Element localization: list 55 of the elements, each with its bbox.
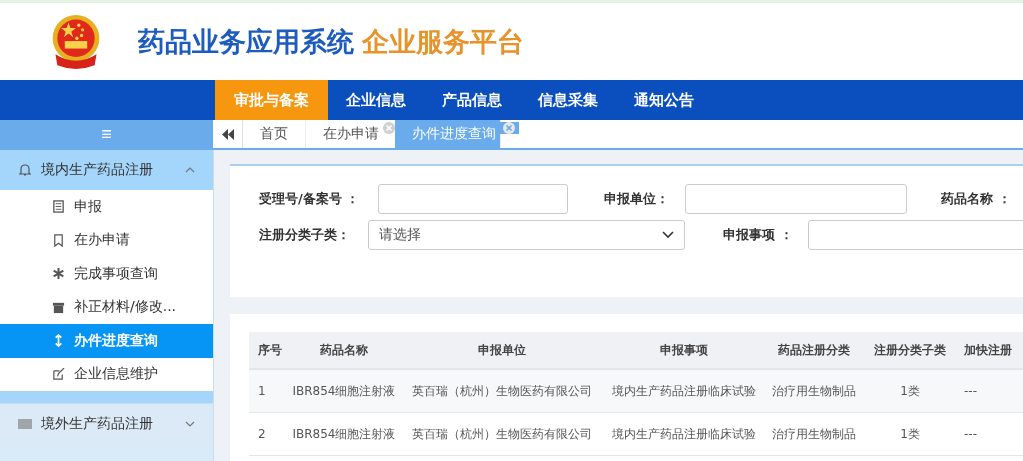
select-field[interactable]: 请选择: [368, 220, 685, 250]
field-label: 受理号/备案号 ：: [259, 190, 361, 208]
column-header: 药品名称: [319, 341, 369, 359]
table-cell-text: 治疗用生物制品: [771, 425, 857, 443]
table-cell-text: 境内生产药品注册临床试验: [611, 382, 757, 400]
nav-item[interactable]: 通知公告: [616, 80, 712, 120]
asterisk-icon: [52, 267, 65, 281]
field-label: 注册分类子类：: [259, 226, 351, 244]
table-cell-text: 1类: [899, 425, 921, 443]
sidebar-item[interactable]: 企业信息维护: [0, 357, 213, 391]
edit-icon: [52, 367, 65, 381]
chevron-down-icon: [662, 231, 674, 239]
table-cell-text: ---: [963, 427, 978, 441]
archive-icon: [52, 300, 65, 314]
up-down-arrow-icon: [52, 334, 65, 348]
input-field[interactable]: [808, 220, 1023, 250]
column-header: 申报单位: [476, 341, 527, 359]
chevron-icon[interactable]: [185, 421, 195, 427]
nav-item[interactable]: 信息采集: [520, 80, 616, 120]
table-cell-text: 2: [257, 427, 267, 441]
close-icon[interactable]: [383, 122, 395, 134]
sidebar-item[interactable]: 申报: [0, 190, 213, 224]
table-cell-text: 英百瑞（杭州）生物医药有限公司: [410, 382, 593, 400]
input-field[interactable]: [378, 184, 568, 214]
app-title: 药品业务应用系统: [138, 24, 354, 59]
sidebar-item[interactable]: 补正材料/修改...: [0, 290, 213, 324]
document-icon: [52, 200, 65, 214]
column-header: 注册分类子类: [873, 341, 947, 359]
table-cell-text: 1类: [899, 382, 921, 400]
table-cell-text: 治疗用生物制品: [771, 382, 857, 400]
app-subtitle: 企业服务平台: [362, 24, 524, 59]
nav-item[interactable]: 产品信息: [424, 80, 520, 120]
sidebar-item[interactable]: 完成事项查询: [0, 257, 213, 291]
column-header: 序号: [257, 341, 283, 359]
field-label: 药品名称 ：: [941, 190, 1011, 208]
chevron-icon[interactable]: [185, 167, 195, 173]
field-label: 申报事项 ：: [723, 226, 794, 244]
table-cell-text: 境内生产药品注册临床试验: [611, 425, 757, 443]
table-cell-text: 1: [257, 384, 267, 398]
table-cell-text: IBR854细胞注射液: [291, 425, 397, 443]
close-icon[interactable]: [499, 122, 519, 134]
double-arrow-icon: [221, 128, 234, 140]
sidebar-item[interactable]: 在办申请: [0, 223, 213, 257]
bookmark-icon: [52, 233, 65, 247]
sidebar-group[interactable]: 境内生产药品注册: [0, 150, 213, 190]
table-cell-text: ---: [963, 384, 978, 398]
input-field[interactable]: [685, 184, 907, 214]
table-cell-text: 英百瑞（杭州）生物医药有限公司: [410, 425, 593, 443]
nav-item[interactable]: 企业信息: [328, 80, 424, 120]
column-header: 加快注册: [963, 341, 1013, 359]
table-cell-text: IBR854细胞注射液: [291, 382, 397, 400]
column-header: 药品注册分类: [777, 341, 851, 359]
bell-icon: [18, 163, 32, 177]
column-header: 申报事项: [659, 341, 709, 359]
field-label: 申报单位：: [604, 190, 670, 208]
